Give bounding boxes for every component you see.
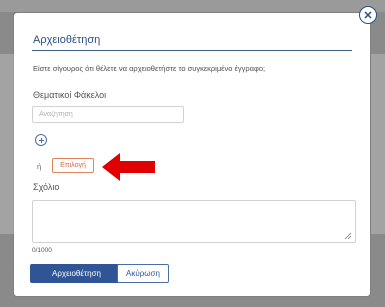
cancel-button[interactable]: Ακύρωση bbox=[117, 264, 169, 283]
plus-circle-icon[interactable] bbox=[35, 134, 47, 146]
confirm-message: Είστε σίγουρος ότι θέλετε να αρχειοθετήσ… bbox=[33, 64, 266, 73]
background-panel-left bbox=[0, 54, 14, 234]
resize-grip-icon[interactable] bbox=[344, 232, 352, 240]
char-counter: 0/1000 bbox=[32, 247, 52, 254]
background-header bbox=[0, 0, 385, 12]
or-text: ή bbox=[37, 162, 42, 171]
close-dialog-button[interactable] bbox=[359, 6, 377, 24]
comment-label: Σχόλιο bbox=[33, 182, 60, 192]
archive-button[interactable]: Αρχειοθέτηση bbox=[30, 264, 123, 283]
folder-search-input[interactable] bbox=[32, 106, 184, 123]
title-divider bbox=[32, 50, 352, 51]
folders-label: Θεματικοί Φάκελοι bbox=[33, 90, 107, 100]
background-panel-right bbox=[371, 54, 385, 234]
archive-dialog: Αρχειοθέτηση Είστε σίγουρος ότι θέλετε ν… bbox=[14, 13, 370, 296]
dialog-title: Αρχειοθέτηση bbox=[33, 34, 101, 46]
select-button[interactable]: Επιλογή bbox=[52, 158, 94, 173]
red-arrow-icon bbox=[102, 153, 155, 181]
comment-textarea[interactable] bbox=[32, 200, 356, 243]
close-circle-icon bbox=[364, 11, 372, 19]
